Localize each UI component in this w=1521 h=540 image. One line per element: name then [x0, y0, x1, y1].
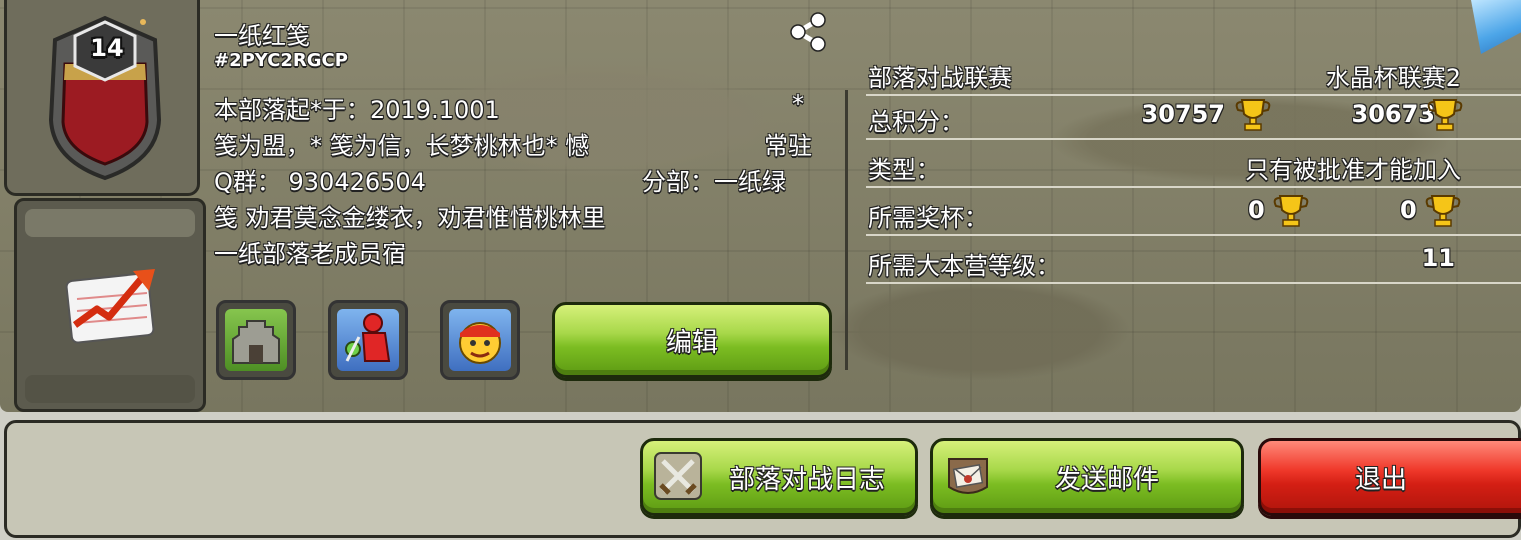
type-label: 类型： — [868, 156, 940, 184]
panel-divider — [845, 90, 848, 370]
edit-button[interactable]: 编辑 — [552, 302, 832, 378]
corner-tab-icon[interactable] — [1471, 0, 1521, 54]
total-points-label: 总积分： — [868, 108, 964, 136]
send-mail-label: 发送邮件 — [1054, 464, 1159, 495]
required-versus-trophies-value: 0 — [1400, 196, 1417, 224]
clan-capital-button[interactable] — [216, 300, 296, 380]
war-log-label: 部落对战日志 — [728, 464, 885, 495]
clan-description-line: 本部落起*于：2019.1001 — [214, 96, 500, 124]
stats-chart-icon[interactable] — [63, 259, 163, 349]
trophy-icon — [1273, 195, 1309, 227]
clan-info-panel: 14 一纸红笺 #2PYC2RGCP 本部落起*于：2019.1001 笺为盟，… — [0, 0, 1521, 412]
total-points-row: 总积分： 30757 30673 — [866, 94, 1521, 140]
type-row: 类型： 只有被批准才能加入 — [866, 142, 1521, 188]
mail-icon — [948, 458, 988, 494]
war-frequency-button[interactable] — [328, 300, 408, 380]
war-league-row: 部落对战联赛 水晶杯联赛2 — [866, 50, 1521, 96]
versus-trophy-icon — [1425, 195, 1461, 227]
clan-capital-icon — [232, 320, 280, 364]
crossed-swords-icon — [654, 452, 702, 500]
required-trophies-value: 0 — [1248, 196, 1265, 224]
clan-description-line: 一纸部落老成员宿 — [214, 240, 406, 268]
send-mail-button[interactable]: 发送邮件 — [930, 438, 1244, 516]
required-townhall-row: 所需大本营等级： 11 — [866, 238, 1521, 284]
friendly-button[interactable] — [440, 300, 520, 380]
total-points-trophies: 30757 — [1141, 100, 1226, 128]
leave-label: 退出 — [1354, 464, 1407, 495]
clan-name: 一纸红笺 — [214, 22, 310, 50]
clan-description-right: 分部：一纸绿 — [642, 168, 786, 196]
war-frequency-icon — [345, 313, 391, 362]
required-townhall-label: 所需大本营等级： — [868, 252, 1060, 280]
war-league-value: 水晶杯联赛2 — [1325, 64, 1461, 92]
leave-button[interactable]: 退出 — [1258, 438, 1521, 516]
required-townhall-value: 11 — [1421, 244, 1455, 272]
stats-top-bar — [25, 209, 195, 237]
required-trophies-label: 所需奖杯： — [868, 204, 988, 232]
clan-badge-icon — [48, 15, 162, 181]
war-league-label: 部落对战联赛 — [868, 64, 1012, 92]
war-log-button[interactable]: 部落对战日志 — [640, 438, 918, 516]
trophy-icon — [1235, 99, 1271, 131]
share-icon[interactable] — [786, 10, 830, 54]
total-points-versus: 30673 — [1351, 100, 1436, 128]
clan-description-line: 笺为盟，* 笺为信，长梦桃林也* 憾 — [214, 132, 590, 160]
clan-description-line: 笺 劝君莫念金缕衣，劝君惟惜桃林里 — [214, 204, 606, 232]
clan-badge-frame: 14 — [4, 0, 200, 196]
clan-description-right: * — [792, 90, 804, 118]
clan-stats-panel[interactable] — [14, 198, 206, 412]
type-value: 只有被批准才能加入 — [1245, 156, 1461, 184]
clan-level: 14 — [90, 34, 124, 62]
versus-trophy-icon — [1427, 99, 1463, 131]
clan-description-right: 常驻 — [764, 132, 812, 160]
clan-tag: #2PYC2RGCP — [214, 50, 348, 71]
stats-bottom-bar — [25, 375, 195, 403]
friendly-icon — [459, 322, 501, 364]
required-trophies-row: 所需奖杯： 0 0 — [866, 190, 1521, 236]
clan-description-line: Q群： 930426504 — [214, 168, 426, 196]
